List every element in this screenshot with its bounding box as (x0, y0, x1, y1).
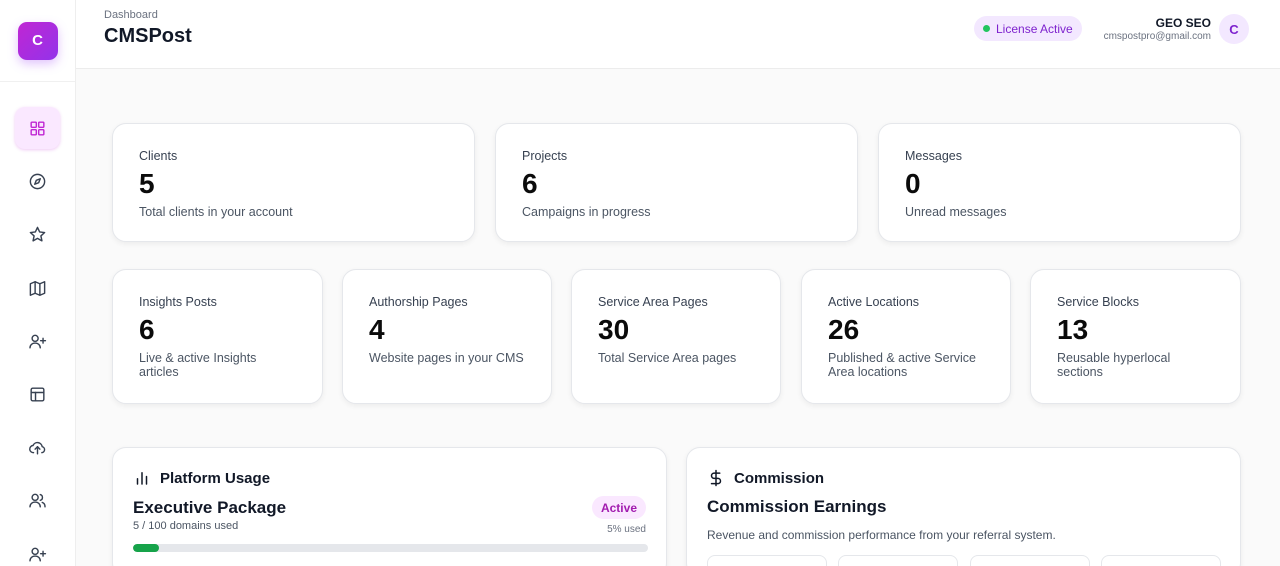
stat-card-active-locations[interactable]: Active Locations 26 Published & active S… (801, 269, 1011, 404)
platform-usage-heading: Platform Usage (133, 469, 270, 487)
stat-description: Unread messages (905, 205, 1007, 219)
package-name: Executive Package (133, 498, 287, 517)
map-icon (29, 280, 46, 296)
usage-progress-fill (133, 544, 159, 552)
stat-description: Reusable hyperlocal sections (1057, 351, 1171, 379)
avatar[interactable]: C (1219, 14, 1249, 44)
stat-card-clients[interactable]: Clients 5 Total clients in your account (112, 123, 475, 242)
stat-description: Published & active Service Area location… (828, 351, 976, 379)
license-status-label: License Active (996, 21, 1073, 36)
stat-label: Clients (139, 149, 178, 163)
sidebar-item-upload[interactable] (15, 426, 60, 468)
app-logo[interactable]: C (17, 21, 58, 60)
sidebar-item-map[interactable] (15, 267, 60, 309)
stat-description: Website pages in your CMS (369, 351, 524, 365)
sidebar-item-invite[interactable] (15, 533, 60, 566)
page-title: CMSPost (104, 25, 192, 47)
stat-value: 0 (905, 168, 921, 199)
dollar-icon (710, 469, 722, 487)
user-info[interactable]: GEO SEO cmspostpro@gmail.com (1104, 16, 1211, 42)
commission-section-title: Commission (734, 469, 825, 487)
stat-card-authorship-pages[interactable]: Authorship Pages 4 Website pages in your… (342, 269, 552, 404)
layout-icon (30, 386, 45, 402)
package-status-badge: Active (591, 496, 646, 519)
commission-stat-card[interactable] (970, 555, 1090, 566)
sidebar-item-layout[interactable] (15, 373, 60, 415)
stat-value: 26 (828, 314, 860, 345)
usage-percent: 5% used (607, 524, 646, 535)
user-name: GEO SEO (1155, 16, 1211, 30)
commission-stat-card[interactable] (707, 555, 827, 566)
user-plus-icon (29, 547, 47, 562)
stat-value: 6 (522, 168, 538, 199)
stat-label: Projects (522, 149, 568, 163)
commission-description: Revenue and commission performance from … (707, 528, 1056, 542)
stat-label: Active Locations (828, 295, 920, 309)
commission-title: Commission Earnings (707, 497, 887, 516)
sidebar-item-favorites[interactable] (15, 213, 60, 255)
sidebar-item-add-user[interactable] (15, 320, 60, 362)
platform-usage-title: Platform Usage (160, 469, 271, 487)
stat-label: Insights Posts (139, 295, 217, 309)
stat-card-insights-posts[interactable]: Insights Posts 6 Live & active Insights … (112, 269, 323, 404)
breadcrumb[interactable]: Dashboard (104, 9, 158, 21)
stat-value: 30 (598, 314, 630, 345)
platform-usage-panel: Platform Usage Executive Package 5 / 100… (112, 447, 667, 566)
user-email: cmspostpro@gmail.com (1103, 31, 1211, 42)
stat-description: Total Service Area pages (598, 351, 737, 365)
commission-heading: Commission (707, 469, 824, 487)
sidebar-item-dashboard[interactable] (15, 107, 60, 149)
stat-label: Service Area Pages (598, 295, 708, 309)
sidebar-item-users[interactable] (15, 479, 60, 521)
commission-stat-card[interactable] (1101, 555, 1221, 566)
stat-description: Campaigns in progress (522, 205, 651, 219)
stat-label: Authorship Pages (369, 295, 468, 309)
stat-card-service-blocks[interactable]: Service Blocks 13 Reusable hyperlocal se… (1030, 269, 1241, 404)
sidebar: C (0, 0, 76, 566)
stat-description: Total clients in your account (139, 205, 293, 219)
stat-description: Live & active Insights articles (139, 351, 257, 379)
license-status-badge: License Active (974, 16, 1082, 41)
status-dot-icon (983, 25, 990, 32)
stat-value: 4 (369, 314, 385, 345)
star-icon (29, 226, 46, 242)
stat-label: Service Blocks (1057, 295, 1139, 309)
stat-value: 13 (1057, 314, 1089, 345)
domains-used: 5 / 100 domains used (133, 520, 239, 532)
stat-card-projects[interactable]: Projects 6 Campaigns in progress (495, 123, 858, 242)
bar-chart-icon (136, 472, 148, 485)
top-header: Dashboard CMSPost License Active GEO SEO… (76, 0, 1280, 69)
stat-card-messages[interactable]: Messages 0 Unread messages (878, 123, 1241, 242)
stat-label: Messages (905, 149, 962, 163)
stat-card-service-area-pages[interactable]: Service Area Pages 30 Total Service Area… (571, 269, 781, 404)
commission-panel: Commission Commission Earnings Revenue a… (686, 447, 1241, 566)
usage-progress-bar (133, 544, 648, 552)
logo-area: C (0, 0, 75, 82)
grid-icon (30, 120, 45, 136)
stat-value: 6 (139, 314, 155, 345)
stat-value: 5 (139, 168, 155, 199)
cloud-upload-icon (29, 441, 46, 455)
compass-icon (29, 173, 46, 189)
commission-stat-card[interactable] (838, 555, 958, 566)
user-plus-icon (29, 334, 47, 349)
users-icon (29, 493, 46, 508)
sidebar-item-explore[interactable] (15, 160, 60, 202)
